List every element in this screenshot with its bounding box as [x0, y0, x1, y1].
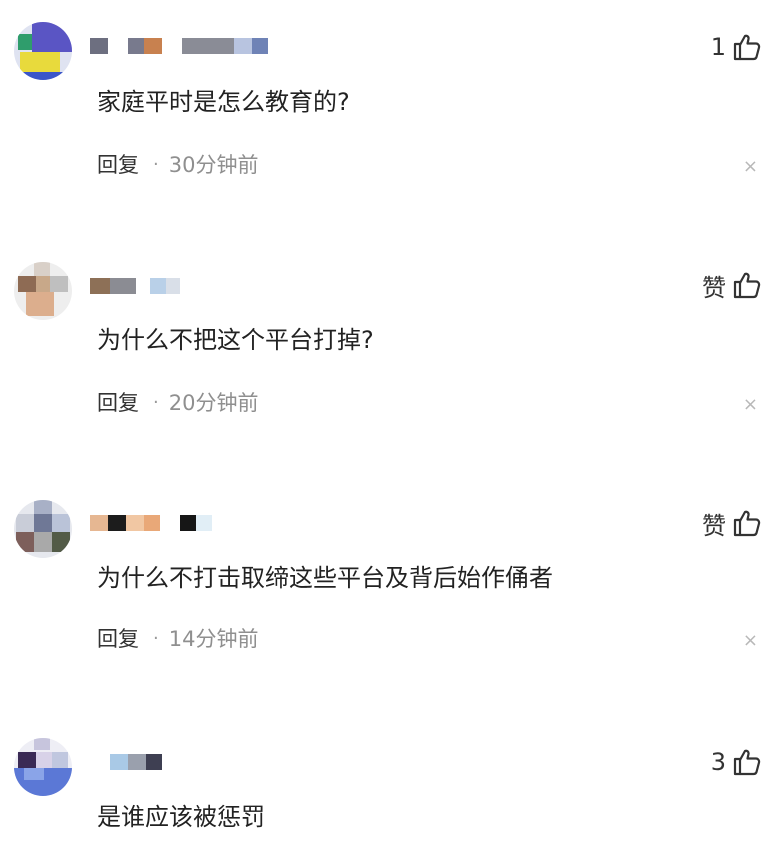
comment-meta: 回复 · 20分钟前	[97, 389, 258, 417]
avatar[interactable]	[14, 262, 72, 320]
comment-text: 为什么不打击取缔这些平台及背后始作俑者	[97, 564, 553, 592]
comment-text: 为什么不把这个平台打掉?	[97, 326, 374, 354]
like-label: 赞	[702, 273, 726, 302]
username[interactable]	[90, 277, 180, 295]
thumbs-up-icon	[732, 270, 762, 300]
comment-meta: 回复 · 14分钟前	[97, 625, 258, 653]
meta-separator: ·	[153, 154, 159, 175]
username[interactable]	[90, 514, 212, 532]
reply-button[interactable]: 回复	[97, 389, 139, 417]
close-icon[interactable]: ×	[743, 157, 758, 177]
like-count: 3	[710, 748, 726, 776]
comment-text: 是谁应该被惩罚	[97, 803, 265, 831]
avatar[interactable]	[14, 500, 72, 558]
timestamp: 14分钟前	[168, 627, 259, 651]
timestamp: 20分钟前	[168, 391, 259, 415]
meta-separator: ·	[153, 392, 159, 413]
like-button[interactable]: 3	[711, 745, 762, 779]
like-button[interactable]: 赞	[702, 268, 762, 302]
thumbs-up-icon	[732, 508, 762, 538]
like-count: 1	[710, 33, 726, 61]
like-button[interactable]: 赞	[702, 506, 762, 540]
close-icon[interactable]: ×	[743, 395, 758, 415]
thumbs-up-icon	[732, 32, 762, 62]
thumbs-up-icon	[732, 747, 762, 777]
meta-separator: ·	[153, 628, 159, 649]
avatar[interactable]	[14, 22, 72, 80]
avatar[interactable]	[14, 738, 72, 796]
reply-button[interactable]: 回复	[97, 625, 139, 653]
like-label: 赞	[702, 511, 726, 540]
close-icon[interactable]: ×	[743, 631, 758, 651]
like-button[interactable]: 1	[711, 30, 762, 64]
reply-button[interactable]: 回复	[97, 151, 139, 179]
username[interactable]	[110, 753, 162, 771]
comment-meta: 回复 · 30分钟前	[97, 151, 258, 179]
comment-text: 家庭平时是怎么教育的?	[97, 88, 350, 116]
timestamp: 30分钟前	[168, 153, 259, 177]
username[interactable]	[90, 37, 268, 55]
